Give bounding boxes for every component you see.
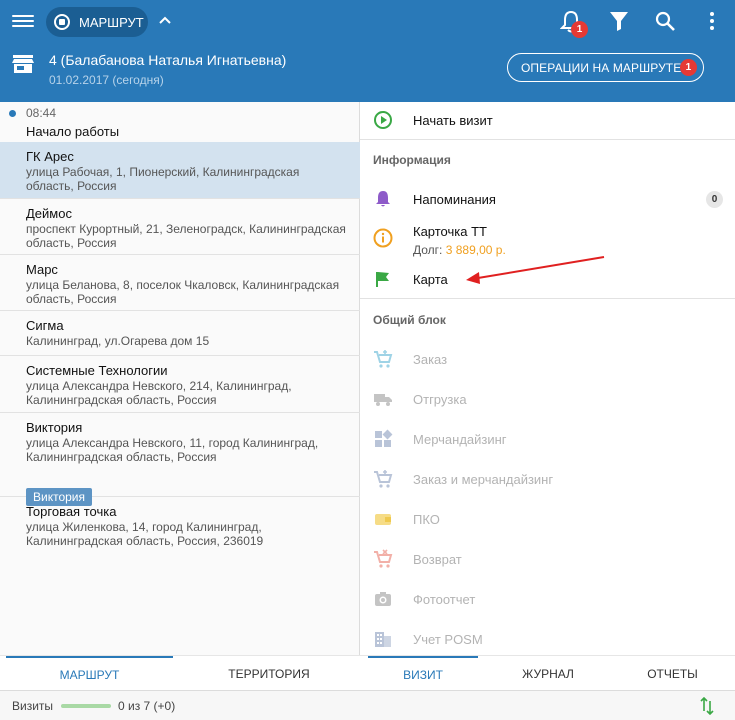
order-item[interactable]: Заказ — [360, 341, 735, 377]
debt-line: Долг: 3 889,00 р. — [413, 243, 506, 257]
merchandising-item[interactable]: Мерчандайзинг — [360, 421, 735, 457]
reminders-item[interactable]: Напоминания 0 — [360, 181, 735, 217]
posm-item[interactable]: Учет POSM — [360, 621, 735, 657]
outlet-item[interactable]: Марс улица Беланова, 8, поселок Чкаловск… — [0, 255, 360, 311]
outlet-name: Сигма — [26, 318, 64, 333]
outlet-name: Торговая точка — [26, 504, 117, 519]
return-item[interactable]: Возврат — [360, 541, 735, 577]
store-icon — [12, 55, 34, 73]
outlet-card-label: Карточка ТТ — [413, 224, 487, 239]
common-section-header: Общий блок — [373, 313, 446, 327]
record-icon — [54, 14, 70, 30]
shipment-label: Отгрузка — [413, 391, 467, 407]
outlet-name: Деймос — [26, 206, 72, 221]
tab-visit[interactable]: ВИЗИТ — [368, 656, 478, 691]
start-time: 08:44 — [26, 106, 57, 120]
outlet-item[interactable]: Виктория улица Александра Невского, 11, … — [0, 413, 360, 506]
truck-icon — [374, 394, 392, 406]
route-label: МАРШРУТ — [79, 14, 144, 30]
outlet-item[interactable]: Торговая точка улица Жиленкова, 14, горо… — [0, 497, 360, 555]
shipment-item[interactable]: Отгрузка — [360, 381, 735, 417]
start-visit-item[interactable]: Начать визит — [360, 102, 735, 138]
bell-icon — [376, 191, 390, 207]
route-start-item[interactable]: 08:44 Начало работы — [0, 102, 360, 142]
visits-count: 0 из 7 (+0) — [118, 699, 176, 713]
pko-item[interactable]: ПКО — [360, 501, 735, 537]
store-date: 01.02.2017 (сегодня) — [49, 73, 164, 87]
outlet-item[interactable]: Системные Технологии улица Александра Не… — [0, 356, 360, 413]
reminders-count-badge: 0 — [706, 190, 723, 208]
outlet-name: ГК Арес — [26, 149, 74, 164]
outlet-address: улица Александра Невского, 214, Калининг… — [26, 379, 292, 407]
map-item[interactable]: Карта — [360, 261, 735, 297]
timeline-dot — [9, 110, 16, 117]
visit-pane: Начать визит Информация Напоминания 0 Ка… — [360, 102, 735, 690]
photo-report-label: Фотоотчет — [413, 591, 476, 607]
operations-badge: 1 — [680, 59, 697, 76]
tab-journal[interactable]: ЖУРНАЛ — [488, 656, 608, 691]
outlet-name: Виктория — [26, 420, 83, 435]
status-bar: Визиты 0 из 7 (+0) — [0, 690, 735, 720]
outlet-address: улица Рабочая, 1, Пионерский, Калинингра… — [26, 165, 300, 193]
info-section-header: Информация — [373, 153, 451, 167]
route-operations-label: ОПЕРАЦИИ НА МАРШРУТЕ — [521, 60, 682, 75]
outlet-name: Системные Технологии — [26, 363, 168, 378]
posm-label: Учет POSM — [413, 631, 483, 647]
merchandising-label: Мерчандайзинг — [413, 431, 507, 447]
outlet-item[interactable]: Сигма Калининград, ул.Огарева дом 15 — [0, 311, 360, 356]
cart-add-icon — [374, 470, 393, 488]
order-label: Заказ — [413, 351, 448, 367]
outlet-address: улица Беланова, 8, поселок Чкаловск, Кал… — [26, 278, 340, 306]
outlet-item[interactable]: Деймос проспект Курортный, 21, Зеленогра… — [0, 199, 360, 255]
right-tab-bar: ВИЗИТ ЖУРНАЛ ОТЧЕТЫ — [360, 655, 735, 690]
pko-label: ПКО — [413, 511, 440, 527]
outlet-name: Марс — [26, 262, 58, 277]
order-and-merchandising-item[interactable]: Заказ и мерчандайзинг — [360, 461, 735, 497]
divider — [360, 139, 735, 140]
sort-icon[interactable] — [700, 697, 714, 715]
map-label: Карта — [413, 271, 448, 287]
outlet-address: проспект Курортный, 21, Зеленоградск, Ка… — [26, 222, 346, 250]
flag-icon — [376, 272, 389, 287]
app-bar: МАРШРУТ 1 4 (Балабанова Наталья Игнатьев… — [0, 0, 735, 102]
start-title: Начало работы — [26, 124, 120, 139]
left-tab-bar: МАРШРУТ ТЕРРИТОРИЯ — [0, 655, 360, 690]
route-list-pane: 08:44 Начало работы ГК Арес улица Рабоча… — [0, 102, 360, 690]
visits-progress-bar — [61, 704, 111, 708]
chevron-up-icon[interactable] — [158, 14, 172, 28]
photo-report-item[interactable]: Фотоотчет — [360, 581, 735, 617]
outlet-address: Калининград, ул.Огарева дом 15 — [26, 334, 210, 348]
route-operations-button[interactable]: ОПЕРАЦИИ НА МАРШРУТЕ 1 — [507, 53, 704, 82]
reminders-label: Напоминания — [413, 191, 496, 207]
building-icon — [375, 632, 391, 647]
wallet-icon — [375, 514, 391, 525]
search-icon[interactable] — [654, 10, 676, 32]
filter-icon[interactable] — [609, 10, 629, 32]
divider — [360, 298, 735, 299]
camera-icon — [375, 592, 391, 606]
outlet-item[interactable]: ГК Арес улица Рабочая, 1, Пионерский, Ка… — [0, 142, 360, 199]
debt-label: Долг: — [413, 243, 443, 257]
cart-add-icon — [374, 350, 393, 368]
debt-amount: 3 889,00 р. — [445, 243, 506, 257]
merchandising-icon — [375, 429, 393, 447]
more-vert-icon[interactable] — [703, 10, 721, 32]
store-name: 4 (Балабанова Наталья Игнатьевна) — [49, 52, 287, 68]
tab-route[interactable]: МАРШРУТ — [6, 656, 173, 691]
info-icon — [373, 228, 393, 248]
visits-label: Визиты — [12, 699, 54, 713]
outlet-address: улица Жиленкова, 14, город Калининград, … — [26, 520, 264, 548]
order-and-merchandising-label: Заказ и мерчандайзинг — [413, 471, 554, 487]
tab-reports[interactable]: ОТЧЕТЫ — [615, 656, 730, 691]
cart-remove-icon — [374, 549, 393, 568]
outlet-address: улица Александра Невского, 11, город Кал… — [26, 436, 319, 464]
route-selector[interactable]: МАРШРУТ — [46, 7, 148, 37]
menu-icon[interactable] — [12, 12, 34, 32]
start-visit-label: Начать визит — [413, 112, 493, 128]
notifications-badge: 1 — [571, 21, 588, 38]
return-label: Возврат — [413, 551, 462, 567]
tab-territory[interactable]: ТЕРРИТОРИЯ — [180, 656, 358, 691]
play-circle-icon — [374, 111, 392, 129]
